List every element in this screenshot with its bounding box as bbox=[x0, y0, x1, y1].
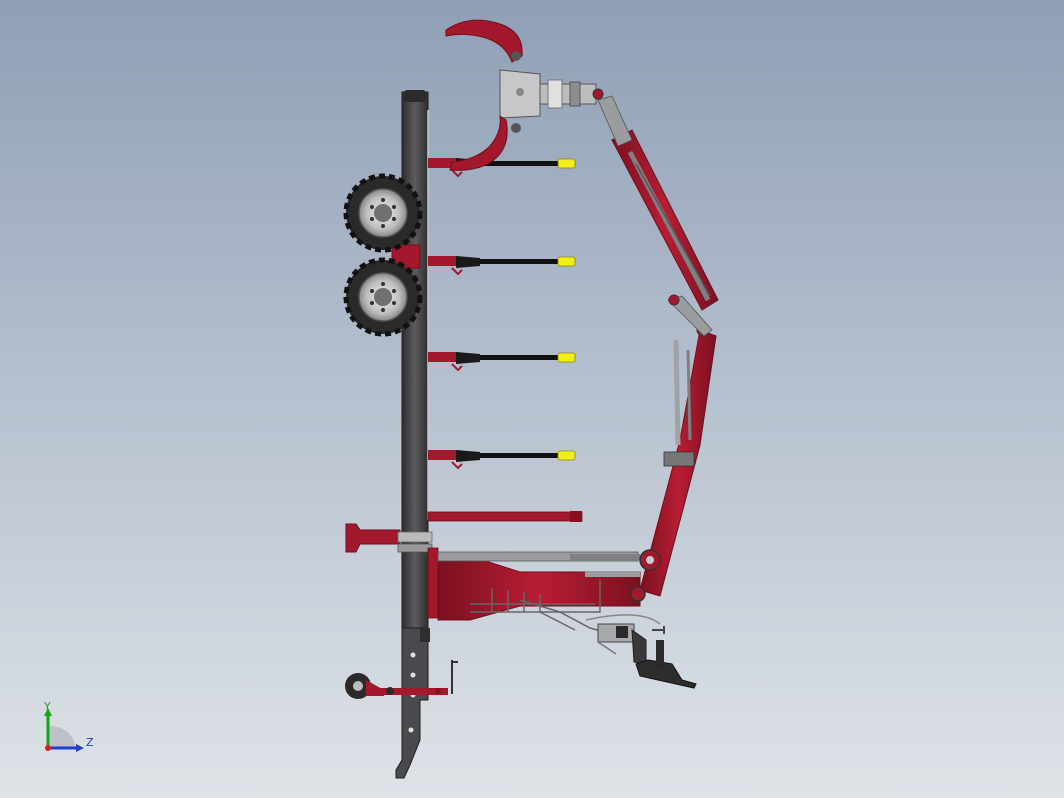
triad-x-axis bbox=[45, 745, 51, 751]
triad-y-label: Y bbox=[43, 700, 51, 713]
cad-viewport[interactable]: Y Z X bbox=[0, 0, 1064, 798]
rotator bbox=[539, 79, 604, 109]
viewport-background bbox=[0, 0, 1064, 798]
wheel-upper bbox=[343, 173, 423, 253]
headboard-bar bbox=[427, 511, 583, 522]
wheel-lower bbox=[343, 257, 423, 337]
triad-z-label: Z bbox=[86, 736, 94, 749]
